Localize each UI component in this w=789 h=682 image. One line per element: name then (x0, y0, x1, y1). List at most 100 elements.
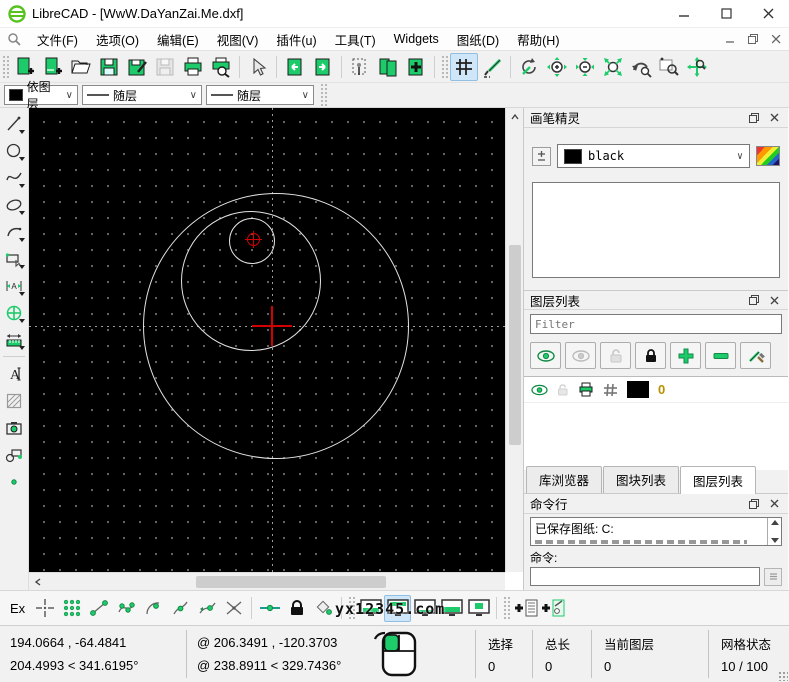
dock-close-button[interactable] (766, 497, 782, 511)
image-tool-button[interactable] (1, 414, 27, 441)
redo-button[interactable] (309, 53, 337, 81)
zoom-window-button[interactable] (655, 53, 683, 81)
snap-on-entity-button[interactable] (112, 595, 139, 622)
hatch-tool-button[interactable] (1, 387, 27, 414)
new-file-button[interactable] (11, 53, 39, 81)
copy-button[interactable] (374, 53, 402, 81)
snap-endpoint-button[interactable] (85, 595, 112, 622)
unlock-all-layers-button[interactable] (600, 342, 631, 369)
new-from-template-button[interactable] (39, 53, 67, 81)
toolbar-grip[interactable] (2, 55, 9, 79)
measure-tool-button[interactable] (1, 326, 27, 353)
cut-button[interactable] (346, 53, 374, 81)
add-widget-button[interactable] (539, 595, 566, 622)
undo-button[interactable] (281, 53, 309, 81)
snap-middle-button[interactable] (166, 595, 193, 622)
window-maximize-button[interactable] (705, 0, 747, 27)
grid-toggle-button[interactable] (450, 53, 478, 81)
dock-float-button[interactable] (746, 293, 762, 307)
point-tool-button[interactable] (1, 468, 27, 495)
canvas-vertical-scrollbar[interactable] (505, 108, 523, 572)
text-tool-button[interactable]: A (1, 360, 27, 387)
scroll-down-icon[interactable] (771, 538, 779, 543)
toolbar-grip[interactable] (503, 596, 510, 620)
dock-area-right-toggle[interactable] (384, 595, 411, 622)
pen-color-select[interactable]: 依图层 ∨ (4, 85, 78, 105)
snap-intersection-button[interactable] (220, 595, 247, 622)
draft-mode-button[interactable] (478, 53, 506, 81)
snap-grid-button[interactable] (58, 595, 85, 622)
layer-row[interactable]: 0 (524, 377, 788, 403)
hide-all-layers-button[interactable] (565, 342, 596, 369)
pen-toggle-button[interactable] (532, 147, 551, 166)
window-close-button[interactable] (747, 0, 789, 27)
history-scrollbar[interactable] (767, 518, 781, 545)
canvas-horizontal-scrollbar[interactable] (29, 572, 505, 590)
resize-grip[interactable] (778, 671, 788, 681)
block-tool-button[interactable] (1, 441, 27, 468)
color-palette-button[interactable] (756, 146, 780, 166)
dock-close-button[interactable] (766, 293, 782, 307)
polyline-tool-button[interactable] (1, 245, 27, 272)
add-toolbar-button[interactable] (512, 595, 539, 622)
lock-all-layers-button[interactable] (635, 342, 666, 369)
pen-color-dropdown[interactable]: black ∨ (557, 144, 750, 168)
scrollbar-thumb[interactable] (196, 576, 386, 588)
selection-pointer-button[interactable] (244, 53, 272, 81)
toolbar-grip[interactable] (441, 55, 448, 79)
curve-tool-button[interactable] (1, 218, 27, 245)
remove-layer-button[interactable] (705, 342, 736, 369)
scroll-left-button[interactable] (29, 573, 46, 590)
restrict-horizontal-button[interactable] (256, 595, 283, 622)
dock-area-bottom-toggle[interactable] (438, 595, 465, 622)
zoom-out-button[interactable] (571, 53, 599, 81)
menu-item-view[interactable]: 视图(V) (208, 28, 268, 51)
layer-construction-icon[interactable] (603, 383, 618, 397)
menu-item-drawings[interactable]: 图纸(D) (448, 28, 508, 51)
print-button[interactable] (179, 53, 207, 81)
pan-button[interactable] (683, 53, 711, 81)
layer-filter-input[interactable] (530, 314, 782, 334)
redraw-button[interactable] (515, 53, 543, 81)
mdi-restore-button[interactable] (743, 31, 763, 47)
add-layer-button[interactable] (670, 342, 701, 369)
line-tool-button[interactable] (1, 110, 27, 137)
layer-print-icon[interactable] (578, 382, 594, 397)
pen-linetype-select[interactable]: 随层 ∨ (82, 85, 202, 105)
show-all-layers-button[interactable] (530, 342, 561, 369)
layer-visible-eye-icon[interactable] (531, 384, 548, 396)
snap-center-button[interactable] (139, 595, 166, 622)
dock-close-button[interactable] (766, 111, 782, 125)
paste-button[interactable] (402, 53, 430, 81)
menu-item-help[interactable]: 帮助(H) (508, 28, 568, 51)
print-preview-button[interactable] (207, 53, 235, 81)
save-button[interactable] (95, 53, 123, 81)
menu-item-widgets[interactable]: Widgets (385, 30, 448, 48)
previous-view-button[interactable] (627, 53, 655, 81)
spline-tool-button[interactable] (1, 164, 27, 191)
tab-layer-list[interactable]: 图层列表 (680, 466, 756, 494)
menu-item-options[interactable]: 选项(O) (87, 28, 148, 51)
tab-block-list[interactable]: 图块列表 (603, 466, 679, 493)
scroll-up-button[interactable] (506, 108, 523, 125)
toolbar-grip[interactable] (348, 596, 355, 620)
save-as-button[interactable] (123, 53, 151, 81)
menu-item-tools[interactable]: 工具(T) (326, 28, 385, 51)
menu-item-file[interactable]: 文件(F) (28, 28, 87, 51)
dock-float-button[interactable] (746, 111, 762, 125)
save-all-button[interactable] (151, 53, 179, 81)
command-history[interactable]: 已保存图纸: C: (530, 517, 782, 546)
dock-area-top-toggle[interactable] (411, 595, 438, 622)
command-options-button[interactable] (764, 568, 782, 586)
lock-relative-zero-button[interactable] (283, 595, 310, 622)
snap-distance-button[interactable] (193, 595, 220, 622)
snap-free-button[interactable] (31, 595, 58, 622)
ellipse-tool-button[interactable] (1, 191, 27, 218)
dock-area-floating-toggle[interactable] (465, 595, 492, 622)
drawing-canvas[interactable] (29, 108, 505, 572)
circle-tool-button[interactable] (1, 137, 27, 164)
zoom-in-button[interactable] (543, 53, 571, 81)
open-file-button[interactable] (67, 53, 95, 81)
exclusive-snap-label[interactable]: Ex (0, 601, 31, 616)
menu-item-edit[interactable]: 编辑(E) (148, 28, 208, 51)
